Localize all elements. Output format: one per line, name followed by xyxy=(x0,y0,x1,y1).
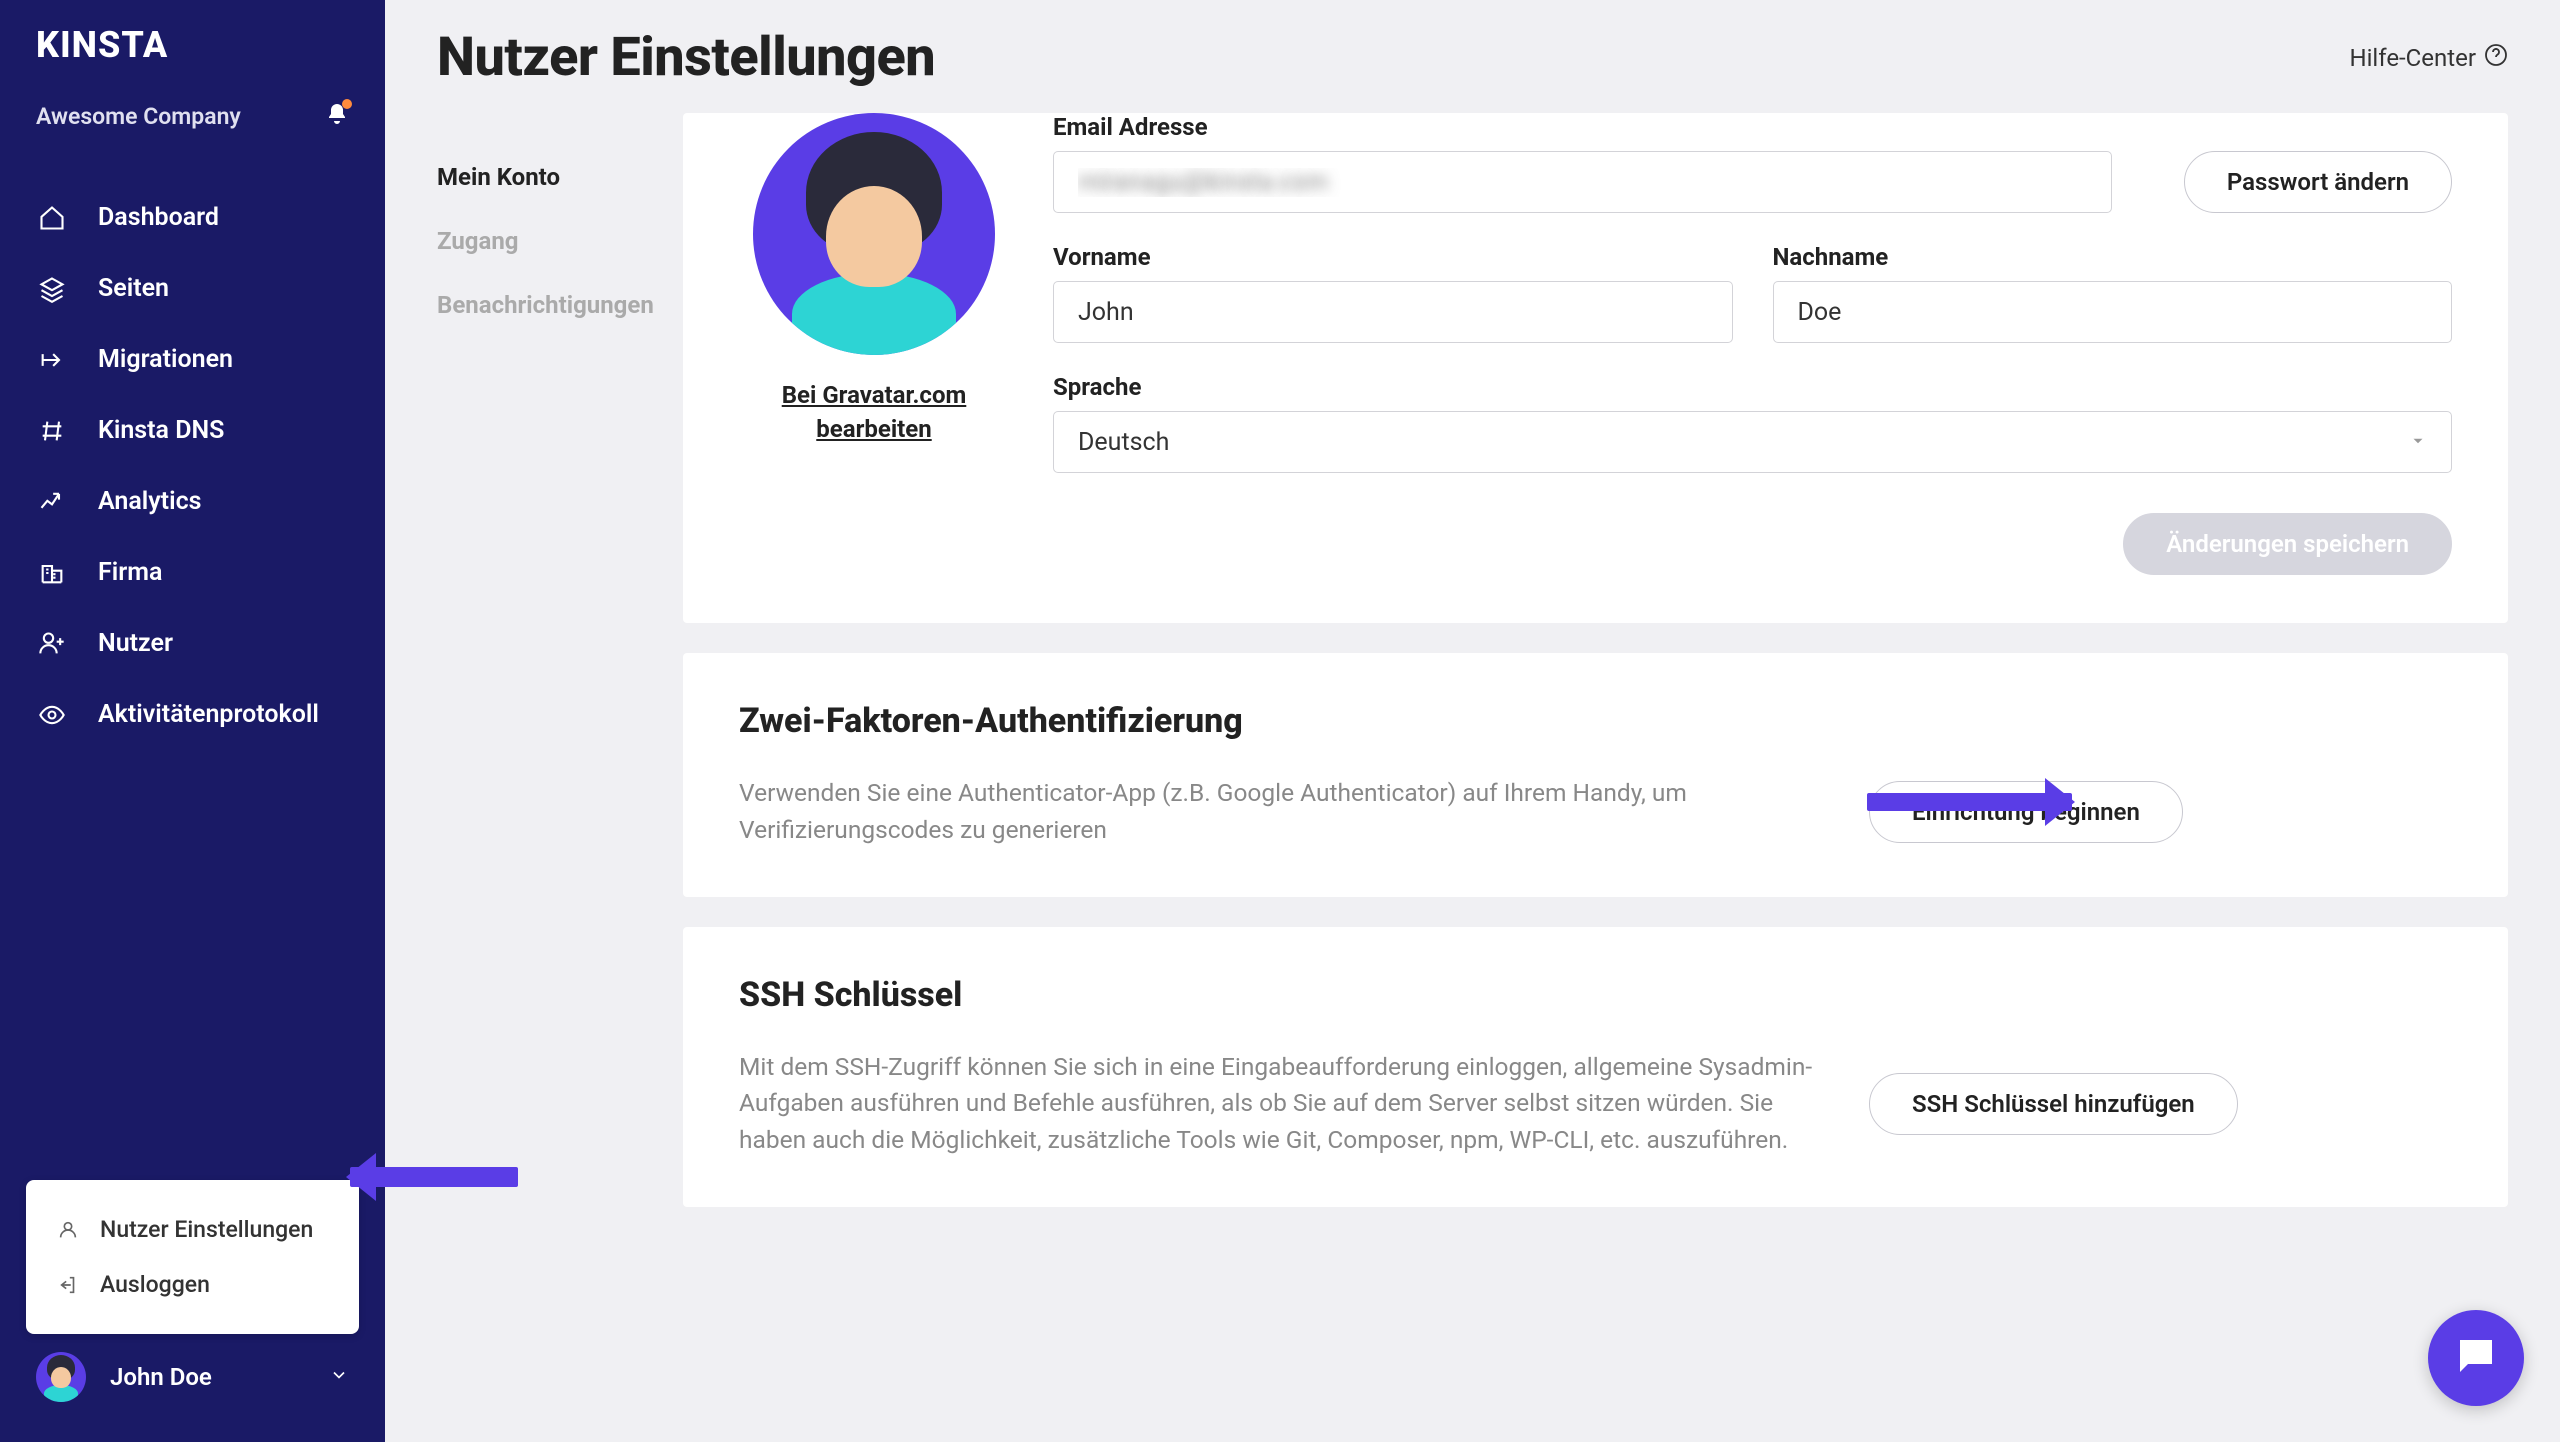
arrow-right-icon xyxy=(36,346,68,374)
notification-dot-icon xyxy=(342,99,352,109)
ssh-desc: Mit dem SSH-Zugriff können Sie sich in e… xyxy=(739,1049,1839,1159)
main: Nutzer Einstellungen Hilfe-Center Mein K… xyxy=(385,0,2560,1442)
nav-label: Analytics xyxy=(98,487,201,516)
nav-label: Nutzer xyxy=(98,629,173,658)
chevron-down-icon xyxy=(2409,428,2427,457)
logout-icon xyxy=(56,1274,80,1296)
question-circle-icon xyxy=(2484,43,2508,73)
panel-account: Bei Gravatar.com bearbeiten Email Adress… xyxy=(683,113,2508,623)
user-icon xyxy=(56,1219,80,1241)
twofa-title: Zwei-Faktoren-Authentifizierung xyxy=(739,701,2452,741)
nav-label: Firma xyxy=(98,558,162,587)
avatar-small xyxy=(36,1352,86,1402)
callout-arrow-icon xyxy=(350,1167,518,1187)
setup-2fa-button[interactable]: Einrichtung beginnen xyxy=(1869,781,2183,843)
change-password-button[interactable]: Passwort ändern xyxy=(2184,151,2452,213)
footer-username: John Doe xyxy=(110,1363,305,1391)
chat-icon xyxy=(2452,1332,2500,1384)
subnav-notifications[interactable]: Benachrichtigungen xyxy=(437,273,677,337)
avatar-large xyxy=(753,113,995,355)
help-center-link[interactable]: Hilfe-Center xyxy=(2349,43,2508,73)
callout-arrow-icon xyxy=(1867,793,2072,811)
subnav-access[interactable]: Zugang xyxy=(437,209,677,273)
panel-stack: Bei Gravatar.com bearbeiten Email Adress… xyxy=(683,113,2508,1207)
nav-list: Dashboard Seiten Migrationen Kinsta DNS … xyxy=(0,158,385,750)
chat-button[interactable] xyxy=(2428,1310,2524,1406)
popup-logout[interactable]: Ausloggen xyxy=(26,1257,359,1312)
page-title: Nutzer Einstellungen xyxy=(437,26,935,89)
user-plus-icon xyxy=(36,630,68,658)
content-row: Mein Konto Zugang Benachrichtigungen Bei… xyxy=(437,113,2508,1207)
chevron-down-icon xyxy=(329,1365,349,1389)
firstname-label: Vorname xyxy=(1053,243,1733,271)
user-menu-popup: Nutzer Einstellungen Ausloggen xyxy=(26,1180,359,1334)
subnav: Mein Konto Zugang Benachrichtigungen xyxy=(437,113,677,1207)
form-column: Email Adresse Passwort ändern Vorname xyxy=(1053,113,2452,473)
add-ssh-key-button[interactable]: SSH Schlüssel hinzufügen xyxy=(1869,1073,2238,1135)
sidebar-item-dns[interactable]: Kinsta DNS xyxy=(0,395,385,466)
sidebar-item-dashboard[interactable]: Dashboard xyxy=(0,182,385,253)
building-icon xyxy=(36,559,68,587)
home-icon xyxy=(36,204,68,232)
email-label: Email Adresse xyxy=(1053,113,2112,141)
eye-icon xyxy=(36,701,68,729)
subnav-my-account[interactable]: Mein Konto xyxy=(437,145,677,209)
trend-icon xyxy=(36,488,68,516)
company-name: Awesome Company xyxy=(36,103,241,130)
sidebar: KINSTA Awesome Company Dashboard Seiten … xyxy=(0,0,385,1442)
twofa-desc: Verwenden Sie eine Authenticator-App (z.… xyxy=(739,775,1839,849)
sidebar-item-sites[interactable]: Seiten xyxy=(0,253,385,324)
language-select[interactable]: Deutsch xyxy=(1053,411,2452,473)
nav-label: Kinsta DNS xyxy=(98,416,224,445)
layers-icon xyxy=(36,275,68,303)
gravatar-edit-link[interactable]: Bei Gravatar.com bearbeiten xyxy=(739,379,1009,446)
popup-label: Ausloggen xyxy=(100,1271,210,1298)
sidebar-item-migrations[interactable]: Migrationen xyxy=(0,324,385,395)
sidebar-item-company[interactable]: Firma xyxy=(0,537,385,608)
nav-label: Aktivitätenprotokoll xyxy=(98,700,319,729)
email-input[interactable] xyxy=(1053,151,2112,213)
panel-twofa: Zwei-Faktoren-Authentifizierung Verwende… xyxy=(683,653,2508,897)
main-header: Nutzer Einstellungen Hilfe-Center xyxy=(437,26,2508,89)
popup-user-settings[interactable]: Nutzer Einstellungen xyxy=(26,1202,359,1257)
language-value: Deutsch xyxy=(1078,428,1169,457)
nav-label: Migrationen xyxy=(98,345,233,374)
sidebar-header: KINSTA xyxy=(0,0,385,84)
user-footer[interactable]: John Doe xyxy=(0,1324,385,1442)
sidebar-item-analytics[interactable]: Analytics xyxy=(0,466,385,537)
firstname-input[interactable] xyxy=(1053,281,1733,343)
save-changes-button: Änderungen speichern xyxy=(2123,513,2452,575)
bell-icon xyxy=(325,111,349,130)
lastname-label: Nachname xyxy=(1773,243,2453,271)
language-label: Sprache xyxy=(1053,373,2452,401)
brand-logo[interactable]: KINSTA xyxy=(36,24,349,66)
company-row: Awesome Company xyxy=(0,84,385,158)
lastname-input[interactable] xyxy=(1773,281,2453,343)
avatar-column: Bei Gravatar.com bearbeiten xyxy=(739,113,1009,473)
popup-label: Nutzer Einstellungen xyxy=(100,1216,313,1243)
sidebar-item-users[interactable]: Nutzer xyxy=(0,608,385,679)
notifications-bell[interactable] xyxy=(325,102,349,130)
dns-icon xyxy=(36,417,68,445)
ssh-title: SSH Schlüssel xyxy=(739,975,2452,1015)
panel-ssh: SSH Schlüssel Mit dem SSH-Zugriff können… xyxy=(683,927,2508,1207)
sidebar-item-activity[interactable]: Aktivitätenprotokoll xyxy=(0,679,385,750)
help-label: Hilfe-Center xyxy=(2349,44,2476,72)
nav-label: Dashboard xyxy=(98,203,219,232)
nav-label: Seiten xyxy=(98,274,169,303)
